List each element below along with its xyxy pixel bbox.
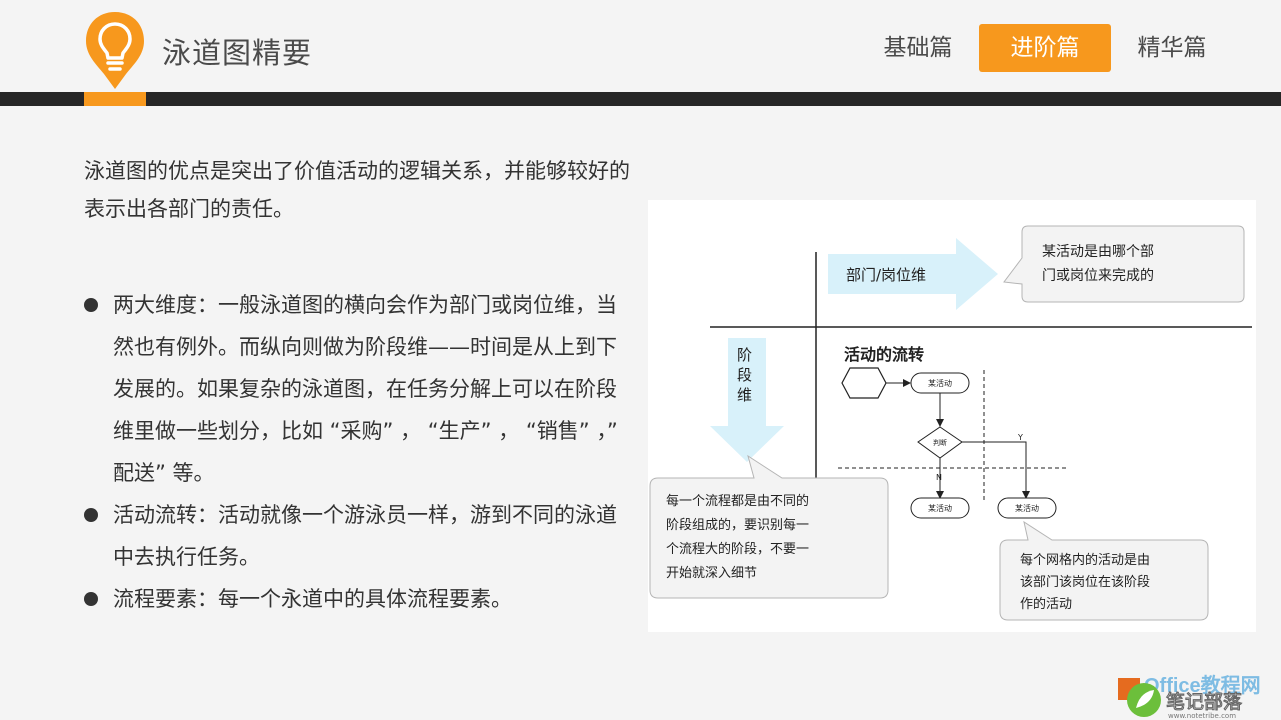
swimlane-diagram-svg: 部门/岗位维 某活动是由哪个部 门或岗位来完成的 阶 段 维 活动的流转 某活动… [649, 225, 1252, 621]
decision-label: 判断 [933, 438, 947, 447]
activity-label: 某活动 [928, 503, 952, 513]
dept-callout-line-1: 某活动是由哪个部 [1042, 244, 1154, 260]
bullet-text: 流程要素：每一个永道中的具体流程要素。 [113, 587, 512, 611]
activity-label: 某活动 [1015, 503, 1039, 513]
page-title: 泳道图精要 [162, 36, 313, 70]
watermark-url: www.notetribe.com [1168, 712, 1236, 720]
cell-callout-line-1: 每个网格内的活动是由 [1020, 552, 1150, 568]
yes-label: Y [1017, 433, 1023, 442]
stage-callout-line-1: 每一个流程都是由不同的 [666, 493, 809, 509]
intro-paragraph: 泳道图的优点是突出了价值活动的逻辑关系，并能够较好的表示出各部门的责任。 [84, 159, 630, 221]
bullet-dot [84, 298, 98, 312]
lightbulb-icon [86, 12, 144, 89]
stage-callout-line-2: 阶段组成的，要识别每一 [666, 517, 809, 533]
stage-arrow-label-1: 阶 [737, 346, 752, 364]
yes-branch-connector [962, 441, 1030, 499]
tab-basic[interactable]: 基础篇 [872, 24, 964, 72]
bullet-text: 两大维度：一般泳道图的横向会作为部门或岗位维，当然也有例外。而纵向则做为阶段维—… [113, 293, 618, 485]
watermark: Office教程网 笔记部落 www.notetribe.com [1118, 666, 1281, 720]
bullet-activity-flow: 活动流转：活动就像一个游泳员一样，游到不同的泳道中去执行任务。 [84, 494, 634, 578]
bullet-list: 两大维度：一般泳道图的横向会作为部门或岗位维，当然也有例外。而纵向则做为阶段维—… [84, 284, 634, 620]
dept-callout-line-2: 门或岗位来完成的 [1042, 268, 1154, 284]
activity-label: 某活动 [928, 378, 952, 388]
flow-title: 活动的流转 [844, 345, 924, 364]
header: 泳道图精要 基础篇 进阶篇 精华篇 [0, 0, 1281, 92]
watermark-svg: Office教程网 笔记部落 www.notetribe.com [1118, 673, 1261, 720]
no-label: N [936, 473, 942, 482]
stage-arrow-label-3: 维 [737, 386, 752, 404]
tab-essence[interactable]: 精华篇 [1126, 24, 1218, 72]
bullet-dot [84, 592, 98, 606]
watermark-site-name: 笔记部落 [1166, 690, 1243, 713]
stage-callout-line-4: 开始就深入细节 [666, 566, 757, 581]
header-accent-bar [84, 92, 146, 106]
bullet-text: 活动流转：活动就像一个游泳员一样，游到不同的泳道中去执行任务。 [113, 503, 617, 569]
tab-advanced[interactable]: 进阶篇 [979, 24, 1111, 72]
stage-callout-line-3: 个流程大的阶段，不要一 [666, 541, 809, 557]
cell-callout-line-3: 作的活动 [1020, 596, 1072, 612]
cell-callout-line-2: 该部门该岗位在该阶段 [1020, 575, 1150, 590]
stage-arrow-label-2: 段 [737, 366, 752, 384]
header-divider-bar [0, 92, 1281, 106]
bullet-dimensions: 两大维度：一般泳道图的横向会作为部门或岗位维，当然也有例外。而纵向则做为阶段维—… [84, 284, 634, 494]
bullet-process-elements: 流程要素：每一个永道中的具体流程要素。 [84, 578, 634, 620]
swimlane-diagram: 部门/岗位维 某活动是由哪个部 门或岗位来完成的 阶 段 维 活动的流转 某活动… [648, 200, 1256, 632]
dept-callout-bubble [1003, 225, 1245, 303]
start-node [841, 367, 887, 399]
bullet-dot [84, 508, 98, 522]
dept-arrow-label: 部门/岗位维 [846, 266, 926, 284]
